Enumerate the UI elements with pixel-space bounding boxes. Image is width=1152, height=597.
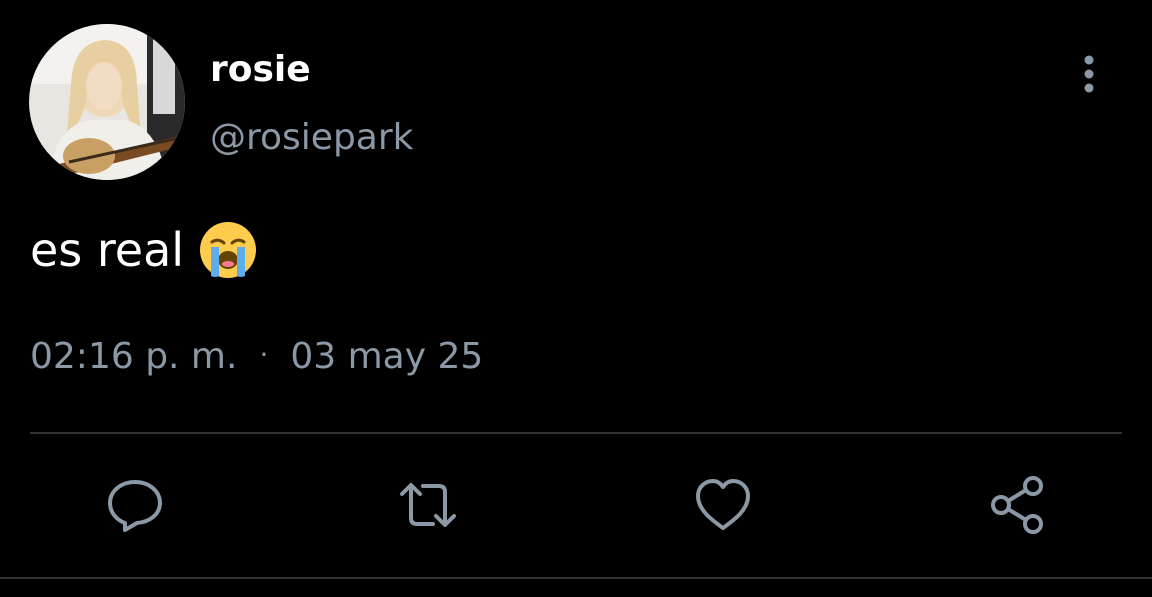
like-icon xyxy=(696,479,750,530)
share-button[interactable] xyxy=(987,474,1049,536)
more-options-button[interactable] xyxy=(1068,52,1110,98)
bottom-divider xyxy=(0,577,1152,579)
retweet-button[interactable] xyxy=(397,474,459,536)
divider xyxy=(30,432,1122,434)
separator-dot: · xyxy=(259,338,269,371)
tweet-time: 02:16 p. m. xyxy=(30,336,238,377)
share-icon xyxy=(991,476,1043,534)
avatar[interactable] xyxy=(29,24,185,180)
tweet-text-container: es real xyxy=(30,220,258,280)
retweet-icon xyxy=(400,483,456,527)
reply-button[interactable] xyxy=(104,474,166,536)
display-name[interactable]: rosie xyxy=(210,46,311,94)
loudly-crying-face-icon xyxy=(198,220,258,280)
user-handle[interactable]: @rosiepark xyxy=(210,114,414,162)
reply-icon xyxy=(108,480,162,532)
like-button[interactable] xyxy=(692,474,754,536)
tweet-text: es real xyxy=(30,223,185,277)
tweet-timestamp[interactable]: 02:16 p. m. · 03 may 25 xyxy=(30,333,483,383)
more-vertical-icon xyxy=(1084,55,1094,93)
tweet-date: 03 may 25 xyxy=(290,336,484,377)
